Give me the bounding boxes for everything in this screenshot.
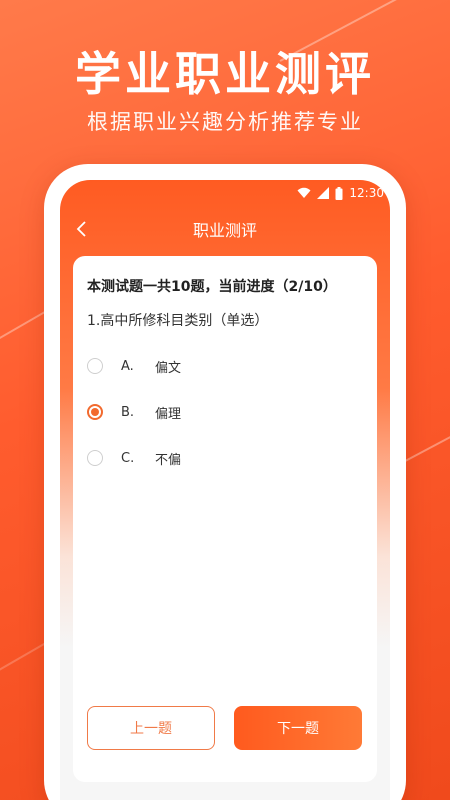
wifi-icon <box>297 187 311 199</box>
battery-icon <box>335 186 343 200</box>
phone-frame: 12:30 职业测评 本测试题一共10题，当前进度（2/10） 1.高中所修科目… <box>44 164 406 800</box>
option-label: 不偏 <box>155 452 182 468</box>
chevron-left-icon[interactable] <box>72 218 94 240</box>
option-label: 偏理 <box>155 406 182 422</box>
question-text: 1.高中所修科目类别（单选） <box>87 313 269 329</box>
option-c[interactable]: C. 不偏 <box>87 446 357 470</box>
radio-button[interactable] <box>87 358 103 374</box>
option-label: 偏文 <box>155 360 182 376</box>
radio-button-selected[interactable] <box>87 404 103 420</box>
option-letter: A. <box>121 358 134 374</box>
promo-subtitle: 根据职业兴趣分析推荐专业 <box>87 110 363 134</box>
radio-button[interactable] <box>87 450 103 466</box>
quiz-progress-text: 本测试题一共10题，当前进度（2/10） <box>87 279 337 295</box>
option-a[interactable]: A. 偏文 <box>87 354 357 378</box>
option-letter: C. <box>121 450 135 466</box>
status-bar: 12:30 <box>297 180 390 206</box>
previous-question-button[interactable]: 上一题 <box>87 706 215 750</box>
promo-title: 学业职业测评 <box>75 47 375 101</box>
status-time: 12:30 <box>349 186 384 200</box>
option-b[interactable]: B. 偏理 <box>87 400 357 424</box>
next-question-button[interactable]: 下一题 <box>234 706 362 750</box>
quiz-card: 本测试题一共10题，当前进度（2/10） 1.高中所修科目类别（单选） A. 偏… <box>73 256 377 782</box>
option-letter: B. <box>121 404 135 420</box>
app-screen: 12:30 职业测评 本测试题一共10题，当前进度（2/10） 1.高中所修科目… <box>60 180 390 800</box>
page-title: 职业测评 <box>192 221 257 240</box>
cellular-signal-icon <box>317 187 330 199</box>
nav-bar: 职业测评 <box>60 212 390 246</box>
